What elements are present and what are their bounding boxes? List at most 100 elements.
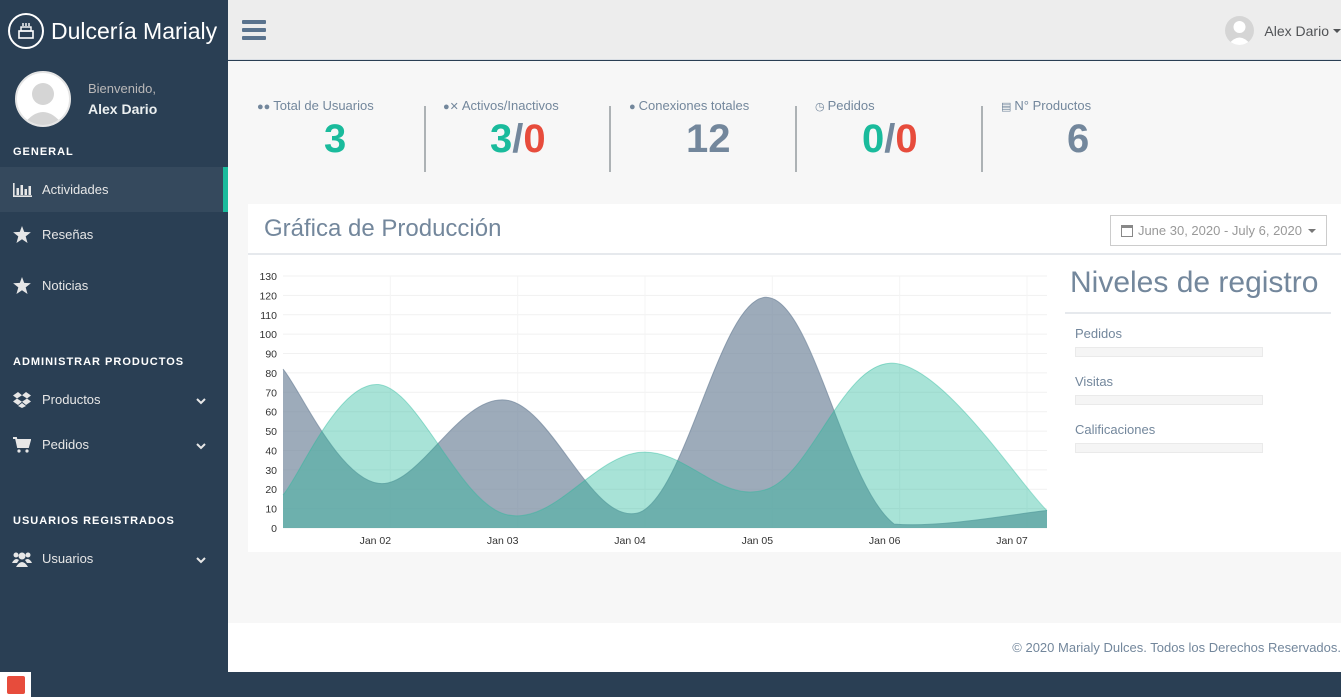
- chevron-down-icon: [196, 393, 206, 408]
- sidebar-section-general: GENERAL Actividades Reseñas Noticias: [0, 137, 228, 308]
- nivel-calificaciones: Calificaciones: [1065, 422, 1331, 453]
- chevron-down-icon: [196, 438, 206, 453]
- sidebar-section-productos: ADMINISTRAR PRODUCTOS Productos Pedidos: [0, 347, 228, 467]
- production-panel: Gráfica de Producción June 30, 2020 - Ju…: [248, 204, 1341, 552]
- y-tick-label: 90: [265, 349, 277, 361]
- inactive-count: 0: [523, 117, 546, 161]
- footer: © 2020 Marialy Dulces. Todos los Derecho…: [228, 623, 1341, 672]
- tile-value: 3: [324, 117, 347, 161]
- separator: /: [512, 117, 524, 161]
- users-icon: [12, 551, 32, 567]
- pedidos-b: 0: [895, 117, 918, 161]
- user-times-icon: ●✕: [443, 101, 459, 113]
- progress-bar: [1075, 395, 1263, 405]
- x-tick-label: Jan 06: [869, 535, 901, 547]
- sidebar-item-pedidos[interactable]: Pedidos: [0, 422, 228, 467]
- browser-badge-icon[interactable]: [0, 672, 31, 697]
- date-range-text: June 30, 2020 - July 6, 2020: [1137, 223, 1302, 238]
- welcome-text: Bienvenido,: [88, 81, 156, 96]
- sidebar-item-actividades[interactable]: Actividades: [0, 167, 228, 212]
- user-icon: ●: [629, 101, 636, 113]
- x-tick-label: Jan 07: [996, 535, 1028, 547]
- y-tick-label: 130: [259, 271, 277, 283]
- footer-text: © 2020 Marialy Dulces. Todos los Derecho…: [1012, 640, 1341, 655]
- progress-bar: [1075, 347, 1263, 357]
- sidebar-item-usuarios[interactable]: Usuarios: [0, 536, 228, 581]
- tile-divider: [424, 106, 426, 172]
- x-tick-label: Jan 02: [360, 535, 392, 547]
- tile-divider: [795, 106, 797, 172]
- sidebar-item-resenas[interactable]: Reseñas: [0, 212, 228, 257]
- y-tick-label: 0: [271, 523, 277, 535]
- y-tick-label: 70: [265, 387, 277, 399]
- avatar: [1225, 16, 1255, 45]
- sidebar-section-usuarios: USUARIOS REGISTRADOS Usuarios: [0, 506, 228, 581]
- tile-label: Conexiones totales: [638, 98, 750, 113]
- tile-label: Pedidos: [827, 98, 875, 113]
- y-tick-label: 40: [265, 445, 277, 457]
- bar-chart-icon: [12, 182, 32, 197]
- tile-conexiones: ● Conexiones totales 12: [629, 98, 814, 172]
- sidebar-item-label: Reseñas: [42, 227, 94, 242]
- nivel-pedidos: Pedidos: [1065, 326, 1331, 357]
- panel-title: Gráfica de Producción: [264, 215, 502, 242]
- menu-toggle-icon[interactable]: [242, 20, 266, 40]
- clock-icon: ◷: [815, 101, 825, 113]
- y-tick-label: 20: [265, 484, 277, 496]
- tile-value: 0/0: [815, 117, 1000, 162]
- sidebar-item-noticias[interactable]: Noticias: [0, 263, 228, 308]
- tile-total-usuarios: ●● Total de Usuarios 3: [257, 98, 442, 172]
- y-tick-label: 50: [265, 426, 277, 438]
- x-tick-label: Jan 03: [487, 535, 519, 547]
- y-tick-label: 80: [265, 368, 277, 380]
- section-title-productos: ADMINISTRAR PRODUCTOS: [13, 356, 185, 368]
- tile-value: 3/0: [443, 117, 628, 162]
- series-area-1: [283, 363, 1047, 528]
- main-content: ●● Total de Usuarios 3 ●✕ Activos/Inactivo…: [228, 61, 1341, 623]
- brand-name: Dulcería Marialy: [51, 17, 218, 44]
- nivel-visitas: Visitas: [1065, 374, 1331, 405]
- y-tick-label: 30: [265, 465, 277, 477]
- users-icon: ●●: [257, 101, 271, 113]
- brand[interactable]: Dulcería Marialy: [0, 0, 228, 62]
- star-icon: [12, 277, 32, 294]
- tile-productos: ▤ N° Productos 6: [1001, 98, 1186, 172]
- y-tick-label: 110: [260, 310, 277, 322]
- avatar[interactable]: [15, 71, 71, 127]
- calendar-icon: [1120, 224, 1133, 237]
- sidebar: Dulcería Marialy Bienvenido, Alex Dario …: [0, 0, 228, 672]
- user-menu-name: Alex Dario: [1264, 22, 1329, 39]
- active-count: 3: [490, 117, 513, 161]
- separator: /: [884, 117, 896, 161]
- nivel-label: Pedidos: [1075, 326, 1122, 341]
- cake-icon: [8, 13, 44, 49]
- section-title-usuarios: USUARIOS REGISTRADOS: [13, 515, 175, 527]
- x-tick-label: Jan 05: [742, 535, 774, 547]
- tile-pedidos: ◷ Pedidos 0/0: [815, 98, 1000, 172]
- caret-down-icon: [1308, 228, 1316, 233]
- x-tick-label: Jan 04: [614, 535, 646, 547]
- niveles-panel: Niveles de registro Pedidos Visitas Cali…: [1065, 266, 1331, 470]
- y-tick-label: 10: [265, 504, 277, 516]
- tile-divider: [981, 106, 983, 172]
- dropbox-icon: [12, 391, 32, 408]
- user-menu[interactable]: Alex Dario: [1225, 16, 1341, 45]
- cart-icon: [12, 436, 32, 453]
- sidebar-item-label: Productos: [42, 392, 101, 407]
- sidebar-item-productos[interactable]: Productos: [0, 377, 228, 422]
- tile-label: Activos/Inactivos: [461, 98, 559, 113]
- nivel-label: Calificaciones: [1075, 422, 1156, 437]
- caret-down-icon: [1333, 28, 1341, 33]
- chevron-down-icon: [196, 552, 206, 567]
- panel-divider: [248, 253, 1341, 255]
- sidebar-item-label: Usuarios: [42, 551, 94, 566]
- section-title-general: GENERAL: [13, 146, 74, 158]
- star-icon: [12, 226, 32, 243]
- tile-label: N° Productos: [1014, 98, 1092, 113]
- sidebar-item-label: Actividades: [42, 182, 109, 197]
- date-range-picker[interactable]: June 30, 2020 - July 6, 2020: [1109, 215, 1327, 246]
- y-tick-label: 60: [265, 407, 277, 419]
- y-tick-label: 100: [259, 329, 277, 341]
- y-tick-label: 120: [259, 290, 277, 302]
- pedidos-a: 0: [862, 117, 885, 161]
